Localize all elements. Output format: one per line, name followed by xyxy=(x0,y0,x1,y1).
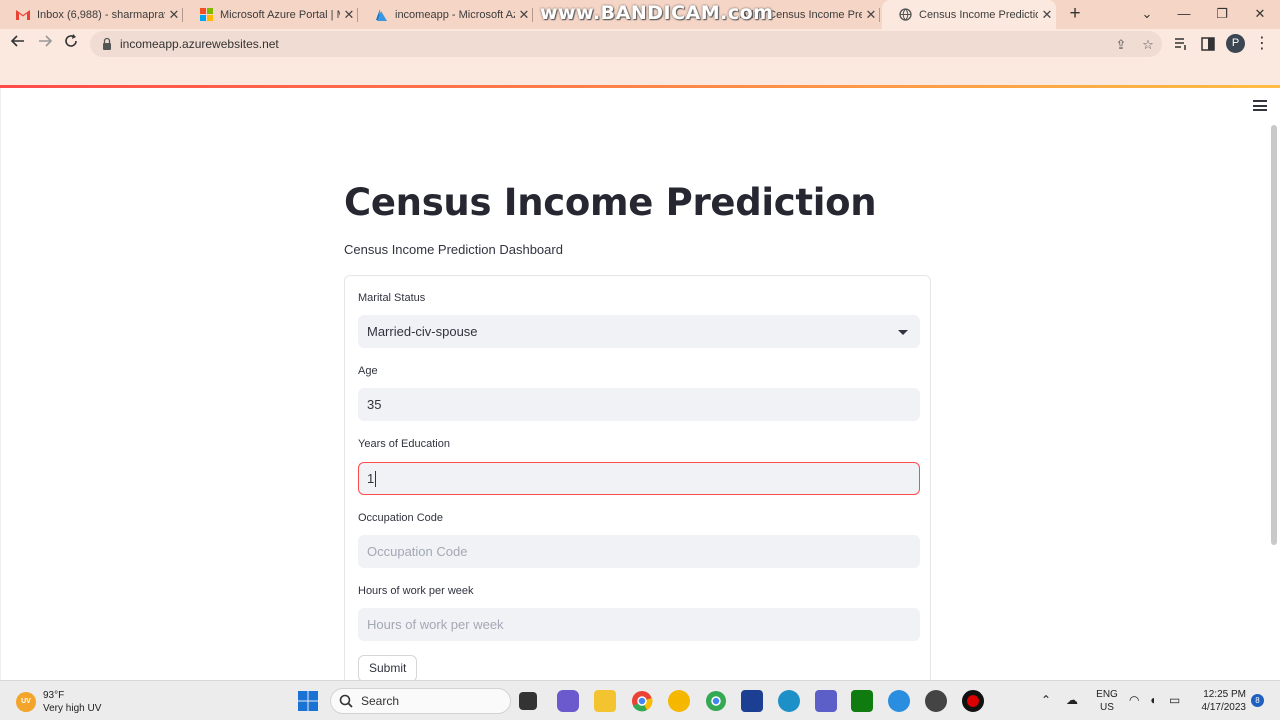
chrome-icon[interactable] xyxy=(631,690,653,712)
tab-census-income-active[interactable]: Census Income Prediction ✕ xyxy=(882,0,1056,29)
app-header xyxy=(0,59,1280,85)
windows-taskbar: UV 93°F Very high UV Search ⌃ ☁ ENG US ◠… xyxy=(0,680,1280,720)
uv-sun-icon: UV xyxy=(16,692,36,712)
globe-icon xyxy=(898,8,912,22)
language-indicator[interactable]: ENG US xyxy=(1094,688,1120,714)
submit-button[interactable]: Submit xyxy=(358,655,418,682)
address-bar[interactable]: incomeapp.azurewebsites.net ⇪ ☆ xyxy=(90,31,1162,57)
page-subtitle: Census Income Prediction Dashboard xyxy=(344,242,563,257)
age-value: 35 xyxy=(367,397,382,412)
bandicam-app-icon[interactable] xyxy=(925,690,947,712)
age-input[interactable]: 35 xyxy=(358,388,920,421)
task-view-icon[interactable] xyxy=(519,692,537,710)
battery-icon[interactable]: ▭ xyxy=(1169,693,1180,707)
xbox-icon[interactable] xyxy=(851,690,873,712)
hours-placeholder: Hours of work per week xyxy=(367,617,504,632)
marital-status-select[interactable]: Married-civ-spouse xyxy=(358,315,920,348)
side-panel-icon[interactable] xyxy=(1200,36,1216,52)
browser-tab-strip: Inbox (6,988) - sharmaprav ✕ Microsoft A… xyxy=(0,0,1280,29)
search-label: Search xyxy=(361,694,400,708)
new-tab-plus-icon[interactable]: + xyxy=(1064,3,1086,25)
docker-icon[interactable] xyxy=(888,690,910,712)
lock-icon xyxy=(103,37,111,50)
close-tab-icon[interactable]: ✕ xyxy=(165,7,183,23)
weather-temp: 93°F xyxy=(43,690,65,701)
close-tab-icon[interactable]: ✕ xyxy=(340,7,358,23)
microsoft-icon xyxy=(199,8,213,22)
browser-menu-icon[interactable]: ⋮ xyxy=(1254,33,1270,55)
reload-icon[interactable] xyxy=(60,33,82,55)
occupation-label: Occupation Code xyxy=(358,512,443,524)
tab-search-chevron-icon[interactable]: ⌄ xyxy=(1128,0,1166,29)
bandicam-watermark: www.BANDICAM.com xyxy=(540,2,774,24)
bookmark-star-icon[interactable]: ☆ xyxy=(1140,37,1156,53)
chrome-profile-icon[interactable] xyxy=(705,690,727,712)
education-label: Years of Education xyxy=(358,438,450,450)
media-queue-icon[interactable] xyxy=(1173,36,1189,52)
tab-azure-portal[interactable]: Microsoft Azure Portal | Mic ✕ xyxy=(183,0,358,29)
tab-gmail[interactable]: Inbox (6,988) - sharmaprav ✕ xyxy=(0,0,183,29)
close-tab-icon[interactable]: ✕ xyxy=(862,7,880,23)
weather-widget[interactable]: UV 93°F Very high UV xyxy=(16,689,101,715)
page-title: Census Income Prediction xyxy=(344,181,877,224)
tab-incomeapp-azure[interactable]: incomeapp - Microsoft Azu ✕ xyxy=(358,0,533,29)
occupation-placeholder: Occupation Code xyxy=(367,544,468,559)
close-tab-icon[interactable]: ✕ xyxy=(1038,7,1056,23)
hidden-icons-chevron-icon[interactable]: ⌃ xyxy=(1041,693,1051,707)
prediction-form: Marital Status Married-civ-spouse Age 35… xyxy=(344,275,931,695)
occupation-input[interactable]: Occupation Code xyxy=(358,535,920,568)
file-explorer-icon[interactable] xyxy=(594,690,616,712)
marital-status-value: Married-civ-spouse xyxy=(367,324,478,339)
education-input[interactable]: 1 xyxy=(358,462,920,495)
record-icon[interactable] xyxy=(962,690,984,712)
volume-icon[interactable]: ◖ xyxy=(1149,693,1156,707)
profile-avatar[interactable]: P xyxy=(1226,34,1245,53)
word-app-icon[interactable] xyxy=(741,690,763,712)
browser-toolbar: incomeapp.azurewebsites.net ⇪ ☆ P ⋮ xyxy=(0,29,1280,59)
share-icon[interactable]: ⇪ xyxy=(1113,37,1129,53)
wifi-icon[interactable]: ◠ xyxy=(1129,693,1139,707)
hours-label: Hours of work per week xyxy=(358,585,474,597)
chat-icon[interactable] xyxy=(557,690,579,712)
taskbar-search-box[interactable]: Search xyxy=(330,688,511,714)
back-arrow-icon[interactable] xyxy=(7,33,29,55)
clock-time: 12:25 PM xyxy=(1203,689,1246,700)
windows-start-icon[interactable] xyxy=(297,690,319,712)
age-label: Age xyxy=(358,365,378,377)
window-close-icon[interactable]: ✕ xyxy=(1241,0,1279,29)
clock-date: 4/17/2023 xyxy=(1201,702,1247,713)
dropdown-arrow-icon xyxy=(898,330,908,335)
close-tab-icon[interactable]: ✕ xyxy=(515,7,533,23)
gmail-icon xyxy=(16,8,30,22)
taskbar-clock[interactable]: 12:25 PM 4/17/2023 xyxy=(1192,688,1247,714)
maximize-icon[interactable]: ❐ xyxy=(1203,0,1241,29)
minimize-icon[interactable]: — xyxy=(1165,0,1203,29)
page-scrollbar[interactable] xyxy=(1271,125,1277,545)
education-value: 1 xyxy=(367,471,375,486)
azure-icon xyxy=(374,8,388,22)
weather-desc: Very high UV xyxy=(43,703,102,714)
hamburger-menu-icon[interactable] xyxy=(1253,100,1267,112)
hours-input[interactable]: Hours of work per week xyxy=(358,608,920,641)
notification-badge[interactable]: 8 xyxy=(1251,694,1264,707)
teams-icon[interactable] xyxy=(815,690,837,712)
onedrive-cloud-icon[interactable]: ☁ xyxy=(1066,693,1078,707)
edge-icon[interactable] xyxy=(778,690,800,712)
canary-icon[interactable] xyxy=(668,690,690,712)
forward-arrow-icon[interactable] xyxy=(34,33,56,55)
text-caret xyxy=(375,470,377,487)
search-icon xyxy=(339,694,353,708)
marital-status-label: Marital Status xyxy=(358,292,426,304)
url-text: incomeapp.azurewebsites.net xyxy=(120,37,279,51)
